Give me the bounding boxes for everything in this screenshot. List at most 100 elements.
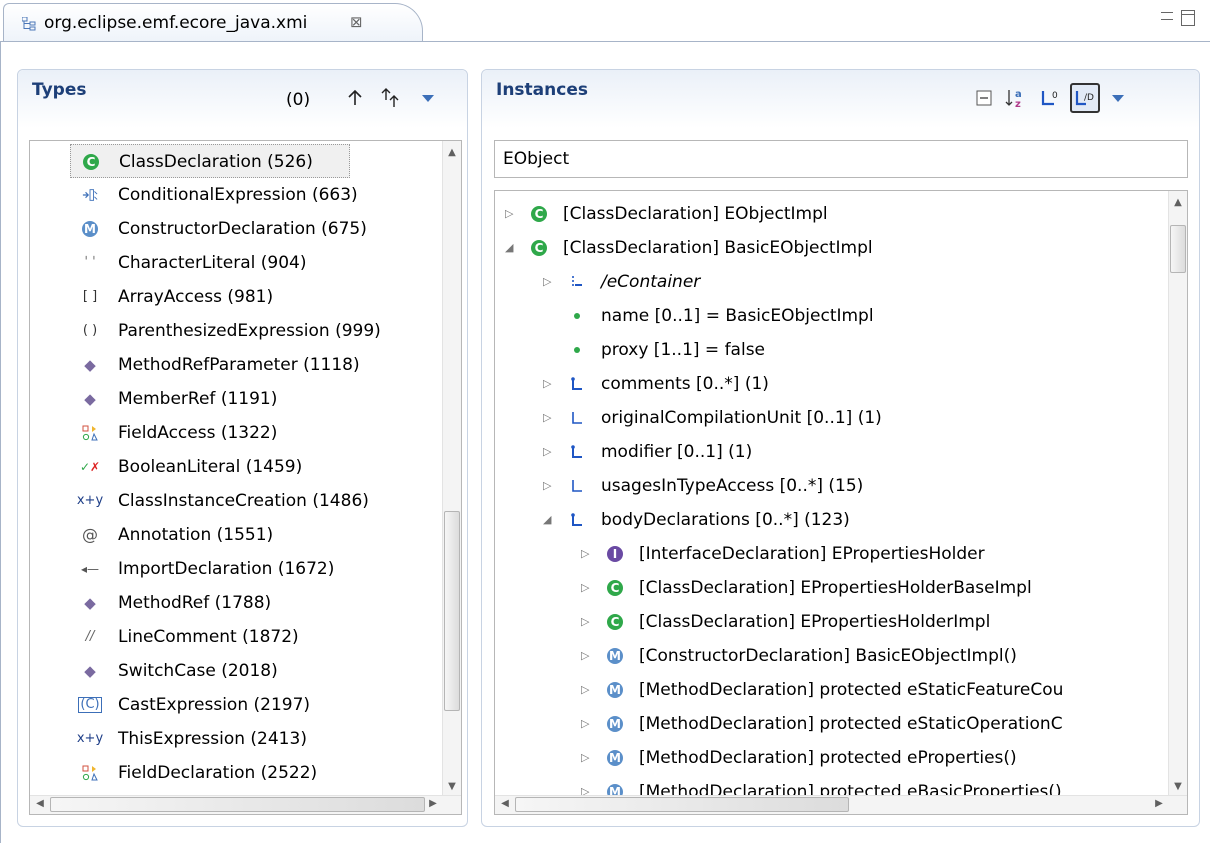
attribute-icon xyxy=(569,308,585,324)
expand-icon[interactable]: ▷ xyxy=(543,401,551,435)
instance-row[interactable]: ▷ M [MethodDeclaration] protected ePropert… xyxy=(495,741,1155,775)
class-icon: C xyxy=(83,154,99,170)
arrow-up-icon[interactable] xyxy=(343,86,367,110)
scroll-right-icon[interactable]: ▶ xyxy=(1151,798,1167,809)
type-item[interactable]: // LineComment (1872) xyxy=(70,620,430,654)
collapse-icon[interactable]: ◢ xyxy=(543,503,551,537)
instance-row[interactable]: ▷ usagesInTypeAccess [0..*] (15) xyxy=(495,469,1155,503)
type-item[interactable]: ✓ ✗ BooleanLiteral (1459) xyxy=(70,450,430,484)
expand-icon[interactable]: ▷ xyxy=(581,673,589,707)
types-scroll-thumb[interactable] xyxy=(444,511,460,711)
filter-value: EObject xyxy=(503,149,570,169)
expand-icon[interactable]: ▷ xyxy=(505,197,513,231)
type-item[interactable]: FieldDeclaration (2522) xyxy=(70,756,430,790)
instance-row[interactable]: ▷ C [ClassDeclaration] EObjectImpl xyxy=(495,197,1155,231)
type-item[interactable]: ˈ ˈ CharacterLiteral (904) xyxy=(70,246,430,280)
sort-up-icon[interactable] xyxy=(379,86,403,110)
instances-scroll-thumb[interactable] xyxy=(1170,225,1186,273)
instance-label: comments [0..*] (1) xyxy=(601,374,769,394)
instances-hscroll-thumb[interactable] xyxy=(515,797,849,812)
type-item[interactable]: ◆ MemberRef (1191) xyxy=(70,382,430,416)
instances-hscroll[interactable]: ◀ ▶ xyxy=(495,795,1187,814)
expand-icon[interactable]: ▷ xyxy=(581,741,589,775)
instance-label: modifier [0..1] (1) xyxy=(601,442,753,462)
attribute-icon xyxy=(569,342,585,358)
instance-row[interactable]: ▷ M [MethodDeclaration] protected eStaticO… xyxy=(495,707,1155,741)
collapse-icon[interactable]: ◢ xyxy=(505,231,513,265)
type-item[interactable]: C ClassDeclaration (526) xyxy=(70,144,350,178)
scroll-up-icon[interactable]: ▲ xyxy=(444,147,460,158)
type-item[interactable]: ConditionalExpression (663) xyxy=(70,178,430,212)
instance-row[interactable]: ▷ M [MethodDeclaration] protected eStaticF… xyxy=(495,673,1155,707)
scroll-right-icon[interactable]: ▶ xyxy=(425,798,441,809)
scroll-down-icon[interactable]: ▼ xyxy=(444,781,460,792)
close-icon[interactable]: ⊠ xyxy=(350,13,363,31)
instance-row[interactable]: ▷ originalCompilationUnit [0..1] (1) xyxy=(495,401,1155,435)
expand-icon[interactable]: ▷ xyxy=(543,265,551,299)
class-icon: C xyxy=(531,206,547,222)
type-item[interactable]: @ Annotation (1551) xyxy=(70,518,430,552)
scroll-left-icon[interactable]: ◀ xyxy=(497,798,513,809)
toggle-view-icon[interactable]: /D xyxy=(1070,83,1100,113)
instance-row[interactable]: ◢ bodyDeclarations [0..*] (123) xyxy=(495,503,1155,537)
type-item[interactable]: [ ] ArrayAccess (981) xyxy=(70,280,430,314)
cast-icon: (C) xyxy=(78,697,102,713)
type-item[interactable]: ◆ MethodRef (1788) xyxy=(70,586,430,620)
instances-vscroll[interactable]: ▲ ▼ xyxy=(1168,191,1187,796)
instance-row[interactable]: name [0..1] = BasicEObjectImpl xyxy=(495,299,1155,333)
type-item[interactable]: ◂— ImportDeclaration (1672) xyxy=(70,552,430,586)
show-derived-icon[interactable]: 0 xyxy=(1039,86,1063,110)
type-item[interactable]: ◆ MethodRefParameter (1118) xyxy=(70,348,430,382)
instance-label: usagesInTypeAccess [0..*] (15) xyxy=(601,476,864,496)
types-tree[interactable]: C ClassDeclaration (526) ConditionalExpres… xyxy=(29,140,462,815)
expand-icon[interactable]: ▷ xyxy=(581,537,589,571)
expand-icon[interactable]: ▷ xyxy=(543,367,551,401)
instance-row[interactable]: ▷ C [ClassDeclaration] EPropertiesHolderBa… xyxy=(495,571,1155,605)
instance-row[interactable]: ◢ C [ClassDeclaration] BasicEObjectImpl xyxy=(495,231,1155,265)
type-label: LineComment (1872) xyxy=(118,627,299,647)
tree-editor-icon xyxy=(22,17,36,31)
type-item[interactable]: x+y ThisExpression (2413) xyxy=(70,722,430,756)
instance-row[interactable]: ▷ I [InterfaceDeclaration] EPropertiesHold… xyxy=(495,537,1155,571)
scroll-down-icon[interactable]: ▼ xyxy=(1170,781,1186,792)
view-menu-icon[interactable] xyxy=(1106,86,1130,110)
instances-tree[interactable]: ▷ C [ClassDeclaration] EObjectImpl ◢ C [Class… xyxy=(494,190,1188,815)
collapse-all-icon[interactable] xyxy=(972,86,996,110)
type-item[interactable]: x+y ClassInstanceCreation (1486) xyxy=(70,484,430,518)
sort-az-icon[interactable]: az xyxy=(1004,86,1028,110)
types-hscroll[interactable]: ◀ ▶ xyxy=(30,795,461,814)
class-icon: C xyxy=(607,580,623,596)
expand-icon[interactable]: ▷ xyxy=(581,707,589,741)
view-menu-icon[interactable] xyxy=(416,86,440,110)
instances-filter-input[interactable]: EObject xyxy=(494,140,1188,178)
instance-row[interactable]: proxy [1..1] = false xyxy=(495,333,1155,367)
instance-label: /eContainer xyxy=(601,272,701,292)
scroll-up-icon[interactable]: ▲ xyxy=(1170,197,1186,208)
expand-icon[interactable]: ▷ xyxy=(543,469,551,503)
type-item[interactable]: ◆ SwitchCase (2018) xyxy=(70,654,430,688)
editor-tab[interactable]: org.eclipse.emf.ecore_java.xmi ⊠ xyxy=(3,3,423,42)
expand-icon[interactable]: ▷ xyxy=(581,639,589,673)
scroll-left-icon[interactable]: ◀ xyxy=(32,798,48,809)
expand-icon[interactable]: ▷ xyxy=(543,435,551,469)
expand-icon[interactable]: ▷ xyxy=(581,605,589,639)
maximize-icon[interactable] xyxy=(1181,10,1195,26)
type-label: FieldAccess (1322) xyxy=(118,423,278,443)
method-icon: M xyxy=(607,750,623,766)
expand-icon[interactable]: ▷ xyxy=(581,571,589,605)
type-item[interactable]: ( ) ParenthesizedExpression (999) xyxy=(70,314,430,348)
types-hscroll-thumb[interactable] xyxy=(50,797,425,812)
instance-row[interactable]: ▷ /eContainer xyxy=(495,265,1155,299)
type-item[interactable]: FieldAccess (1322) xyxy=(70,416,430,450)
type-item[interactable]: M ConstructorDeclaration (675) xyxy=(70,212,430,246)
types-vscroll[interactable]: ▲ ▼ xyxy=(442,141,461,796)
instance-row[interactable]: ▷ comments [0..*] (1) xyxy=(495,367,1155,401)
instance-row[interactable]: ▷ modifier [0..1] (1) xyxy=(495,435,1155,469)
types-header: Types (0) xyxy=(18,70,467,128)
instance-row[interactable]: ▷ C [ClassDeclaration] EPropertiesHolderIm… xyxy=(495,605,1155,639)
minimize-icon[interactable] xyxy=(1161,12,1173,20)
svg-text:/D: /D xyxy=(1084,93,1094,103)
instance-row[interactable]: ▷ M [ConstructorDeclaration] BasicEObjectI… xyxy=(495,639,1155,673)
shapes-icon xyxy=(82,425,98,441)
type-item[interactable]: (C) CastExpression (2197) xyxy=(70,688,430,722)
